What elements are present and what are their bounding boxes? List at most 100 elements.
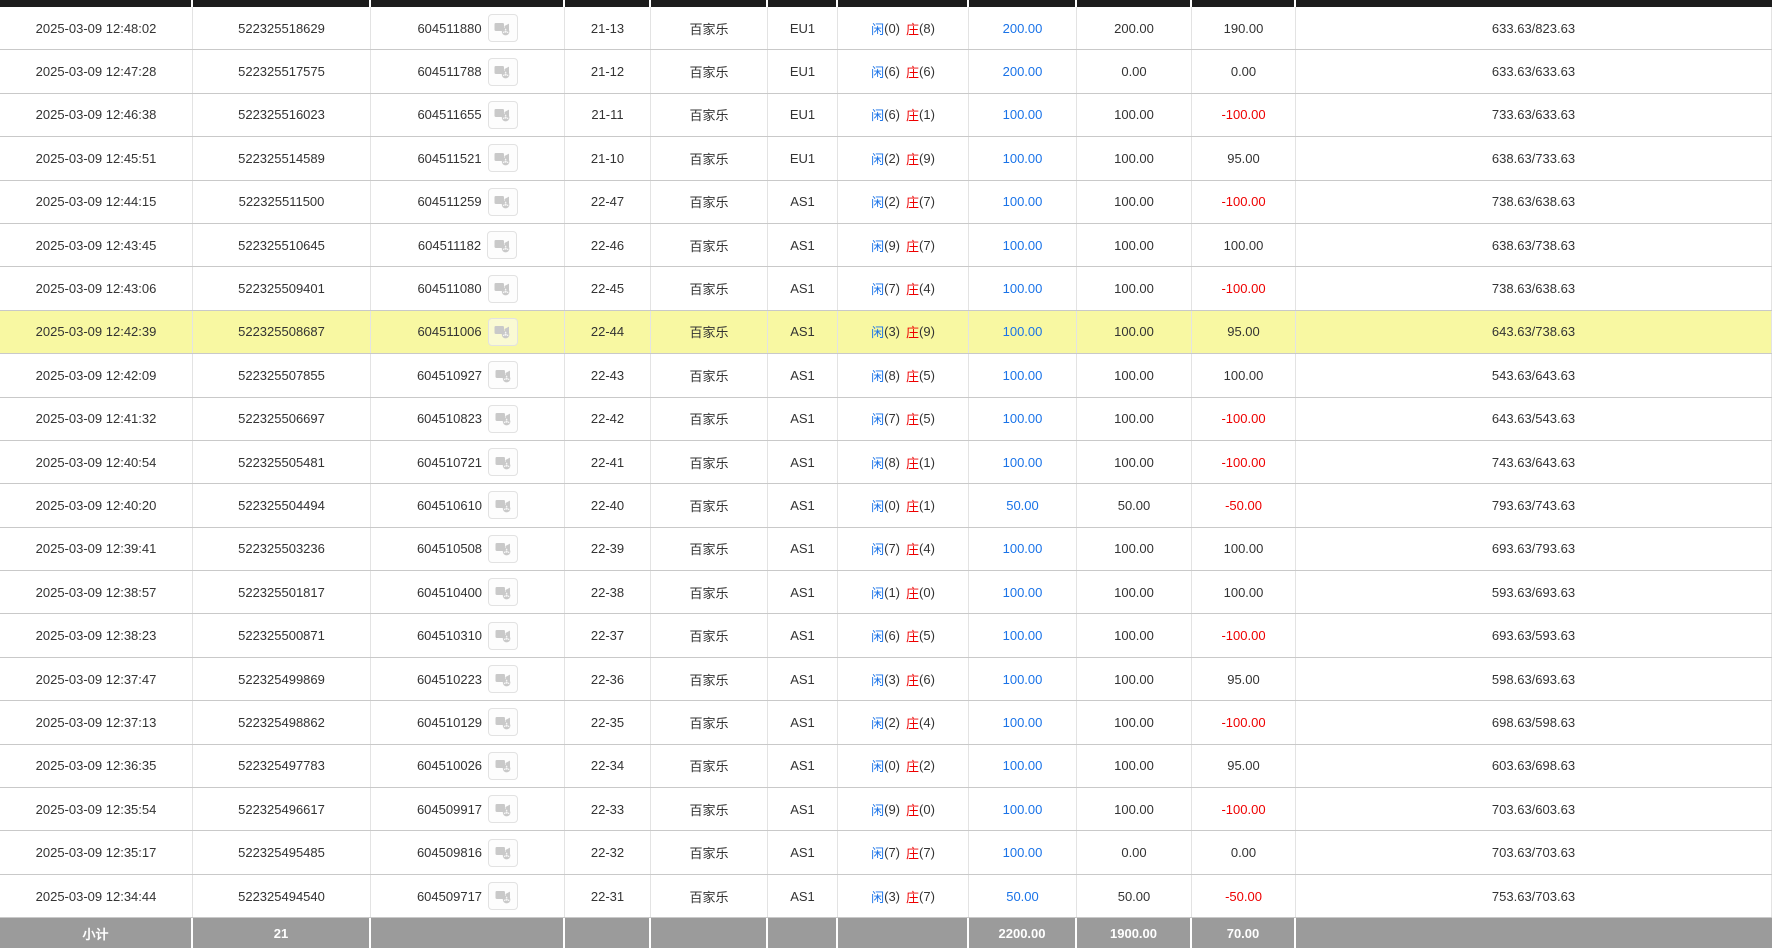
table-row[interactable]: 2025-03-09 12:37:13 522325498862 6045101… <box>0 701 1772 744</box>
table-row[interactable]: 2025-03-09 12:34:44 522325494540 6045097… <box>0 875 1772 918</box>
video-replay-button[interactable] <box>488 101 518 129</box>
round-number: 22-37 <box>591 628 624 643</box>
table-name: EU1 <box>790 107 815 122</box>
game-id: 604511259 <box>417 194 481 209</box>
table-row[interactable]: 2025-03-09 12:37:47 522325499869 6045102… <box>0 658 1772 701</box>
table-row[interactable]: 2025-03-09 12:44:15 522325511500 6045112… <box>0 181 1772 224</box>
player-label: 闲 <box>871 756 884 775</box>
table-name-cell: EU1 <box>768 137 838 179</box>
valid-bet-amount-link[interactable]: 100.00 <box>1003 802 1043 817</box>
table-row[interactable]: 2025-03-09 12:35:17 522325495485 6045098… <box>0 831 1772 874</box>
video-replay-button[interactable] <box>487 231 517 259</box>
game-name-cell: 百家乐 <box>651 571 768 613</box>
video-replay-button[interactable] <box>488 622 518 650</box>
win-loss-cell: -100.00 <box>1192 94 1296 136</box>
game-id-cell: 604511080 <box>371 267 565 309</box>
banker-label: 庄 <box>906 800 919 819</box>
valid-bet-amount-link[interactable]: 200.00 <box>1003 21 1043 36</box>
player-label: 闲 <box>871 453 884 472</box>
table-row[interactable]: 2025-03-09 12:46:38 522325516023 6045116… <box>0 94 1772 137</box>
video-replay-button[interactable] <box>488 795 518 823</box>
game-result-cell: 闲(8)庄(1) <box>838 441 969 483</box>
banker-points: (2) <box>919 758 935 773</box>
game-id: 604511006 <box>417 324 481 339</box>
valid-bet-amount-link[interactable]: 100.00 <box>1003 107 1043 122</box>
video-replay-icon <box>495 758 512 773</box>
valid-bet-amount-link[interactable]: 100.00 <box>1003 194 1043 209</box>
balance-before-after: 543.63/643.63 <box>1492 368 1575 383</box>
valid-bet-amount-link[interactable]: 100.00 <box>1003 845 1043 860</box>
video-replay-button[interactable] <box>488 144 518 172</box>
win-loss-cell: -100.00 <box>1192 701 1296 743</box>
video-replay-button[interactable] <box>488 58 518 86</box>
video-replay-icon <box>494 21 511 36</box>
valid-bet-amount-link[interactable]: 50.00 <box>1006 889 1039 904</box>
video-replay-button[interactable] <box>488 839 518 867</box>
bet-amount: 100.00 <box>1114 194 1154 209</box>
bet-time-cell: 2025-03-09 12:45:51 <box>0 137 193 179</box>
table-row[interactable]: 2025-03-09 12:39:41 522325503236 6045105… <box>0 528 1772 571</box>
valid-bet-amount-link[interactable]: 100.00 <box>1003 368 1043 383</box>
valid-bet-amount-link[interactable]: 100.00 <box>1003 238 1043 253</box>
bet-time: 2025-03-09 12:38:23 <box>36 628 157 643</box>
table-name: AS1 <box>790 368 815 383</box>
valid-bet-cell: 50.00 <box>969 484 1077 526</box>
game-result-cell: 闲(2)庄(7) <box>838 181 969 223</box>
valid-bet-amount-link[interactable]: 100.00 <box>1003 585 1043 600</box>
video-replay-icon <box>495 628 512 643</box>
valid-bet-amount-link[interactable]: 100.00 <box>1003 281 1043 296</box>
video-replay-button[interactable] <box>488 275 518 303</box>
valid-bet-amount-link[interactable]: 100.00 <box>1003 758 1043 773</box>
table-row[interactable]: 2025-03-09 12:43:06 522325509401 6045110… <box>0 267 1772 310</box>
valid-bet-amount-link[interactable]: 100.00 <box>1003 411 1043 426</box>
video-replay-button[interactable] <box>488 578 518 606</box>
table-row[interactable]: 2025-03-09 12:42:09 522325507855 6045109… <box>0 354 1772 397</box>
video-replay-button[interactable] <box>488 665 518 693</box>
video-replay-button[interactable] <box>488 708 518 736</box>
table-row[interactable]: 2025-03-09 12:38:57 522325501817 6045104… <box>0 571 1772 614</box>
valid-bet-amount-link[interactable]: 200.00 <box>1003 64 1043 79</box>
valid-bet-amount-link[interactable]: 100.00 <box>1003 455 1043 470</box>
valid-bet-amount-link[interactable]: 100.00 <box>1003 628 1043 643</box>
video-replay-button[interactable] <box>488 882 518 910</box>
table-row[interactable]: 2025-03-09 12:42:39 522325508687 6045110… <box>0 311 1772 354</box>
table-row[interactable]: 2025-03-09 12:36:35 522325497783 6045100… <box>0 745 1772 788</box>
valid-bet-amount-link[interactable]: 100.00 <box>1003 151 1043 166</box>
win-loss-cell: 0.00 <box>1192 50 1296 92</box>
valid-bet-amount-link[interactable]: 50.00 <box>1006 498 1039 513</box>
video-replay-button[interactable] <box>488 14 518 42</box>
round-number: 22-40 <box>591 498 624 513</box>
valid-bet-amount-link[interactable]: 100.00 <box>1003 324 1043 339</box>
balance-before-after: 753.63/703.63 <box>1492 889 1575 904</box>
video-replay-icon <box>495 672 512 687</box>
video-replay-button[interactable] <box>488 361 518 389</box>
table-row[interactable]: 2025-03-09 12:43:45 522325510645 6045111… <box>0 224 1772 267</box>
bet-time: 2025-03-09 12:35:17 <box>36 845 157 860</box>
table-row[interactable]: 2025-03-09 12:41:32 522325506697 6045108… <box>0 398 1772 441</box>
video-replay-button[interactable] <box>488 491 518 519</box>
table-row[interactable]: 2025-03-09 12:40:20 522325504494 6045106… <box>0 484 1772 527</box>
table-row[interactable]: 2025-03-09 12:47:28 522325517575 6045117… <box>0 50 1772 93</box>
game-result-cell: 闲(7)庄(4) <box>838 267 969 309</box>
table-row[interactable]: 2025-03-09 12:38:23 522325500871 6045103… <box>0 614 1772 657</box>
video-replay-button[interactable] <box>488 405 518 433</box>
table-row[interactable]: 2025-03-09 12:35:54 522325496617 6045099… <box>0 788 1772 831</box>
balance-cell: 638.63/733.63 <box>1296 137 1772 179</box>
video-replay-button[interactable] <box>488 318 518 346</box>
banker-label: 庄 <box>906 496 919 515</box>
table-row[interactable]: 2025-03-09 12:40:54 522325505481 6045107… <box>0 441 1772 484</box>
table-row[interactable]: 2025-03-09 12:45:51 522325514589 6045115… <box>0 137 1772 180</box>
valid-bet-amount-link[interactable]: 100.00 <box>1003 541 1043 556</box>
video-replay-button[interactable] <box>488 535 518 563</box>
video-replay-button[interactable] <box>488 752 518 780</box>
win-loss-cell: 100.00 <box>1192 571 1296 613</box>
video-replay-button[interactable] <box>488 448 518 476</box>
balance-before-after: 738.63/638.63 <box>1492 194 1575 209</box>
valid-bet-amount-link[interactable]: 100.00 <box>1003 715 1043 730</box>
game-id-cell: 604511880 <box>371 7 565 49</box>
video-replay-button[interactable] <box>488 188 518 216</box>
valid-bet-amount-link[interactable]: 100.00 <box>1003 672 1043 687</box>
table-row[interactable]: 2025-03-09 12:48:02 522325518629 6045118… <box>0 7 1772 50</box>
bet-amount-cell: 200.00 <box>1077 7 1192 49</box>
game-id-cell: 604509717 <box>371 875 565 917</box>
